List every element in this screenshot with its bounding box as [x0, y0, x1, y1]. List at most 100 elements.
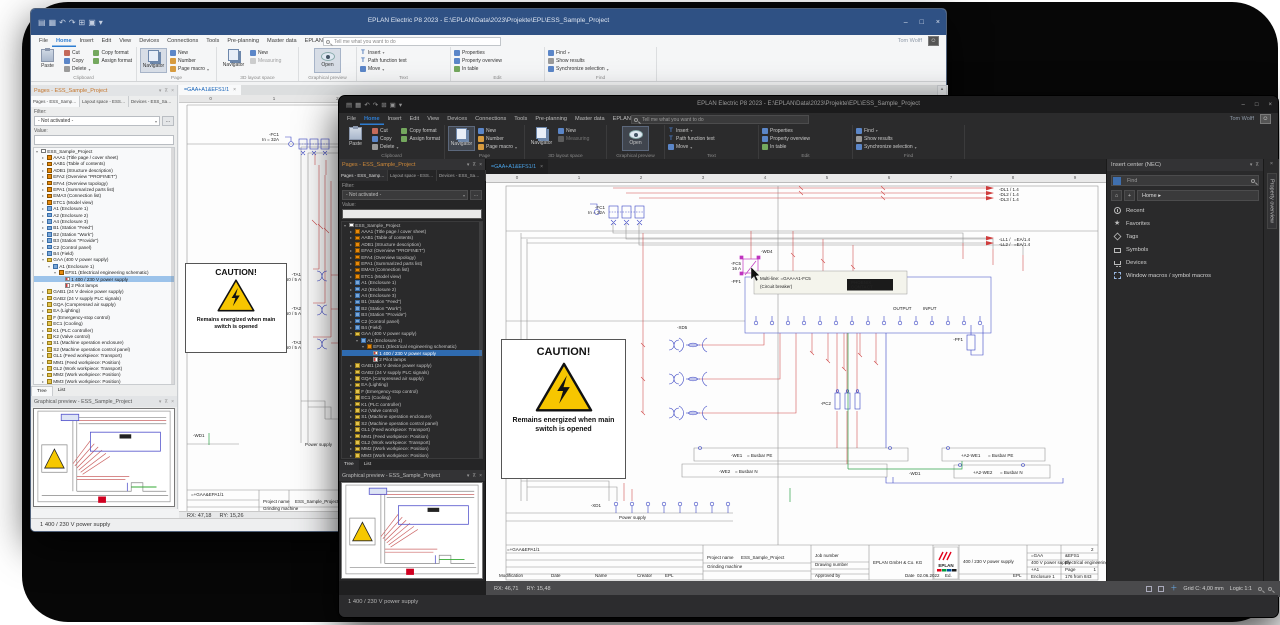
space-navigator-button[interactable]: Navigator: [528, 126, 555, 151]
ribbon-tab[interactable]: Devices: [135, 35, 163, 47]
panel-close-icon[interactable]: ×: [479, 162, 482, 168]
list-tab[interactable]: List: [53, 386, 70, 396]
document-tab[interactable]: =GAA+A1&EFS1/1×: [179, 85, 241, 95]
close-tab-icon[interactable]: ×: [540, 164, 543, 170]
ribbon-tab[interactable]: Pre-planning: [531, 113, 571, 125]
insert-center-find-input[interactable]: Find: [1111, 175, 1259, 186]
insert-center-item[interactable]: Window macros / symbol macros: [1107, 269, 1263, 282]
graphical-preview-thumbnail[interactable]: [33, 408, 175, 507]
ribbon-tab[interactable]: Tools: [202, 35, 223, 47]
synchronize-selection-button[interactable]: Synchronize selection▾: [856, 144, 917, 151]
title-bar[interactable]: ▤▦↶↷⊞▣▾ EPLAN Electric P8 2023 - E:\EPLA…: [339, 96, 1278, 113]
properties-button[interactable]: Properties: [454, 49, 502, 56]
insert-text-button[interactable]: TInsert▾: [360, 49, 407, 56]
show-results-button[interactable]: Show results: [856, 135, 917, 142]
value-input[interactable]: [342, 209, 482, 219]
maximize-button[interactable]: □: [1255, 102, 1259, 108]
ribbon-tab[interactable]: Insert: [76, 35, 98, 47]
panel-dropdown-icon[interactable]: ▾: [467, 473, 470, 479]
copy-format-button[interactable]: Copy format: [401, 127, 440, 135]
path-function-text-button[interactable]: TPath function text: [668, 135, 715, 142]
panel-close-icon[interactable]: ×: [171, 399, 174, 405]
grid-icon[interactable]: [1158, 586, 1164, 592]
avatar[interactable]: ☺: [1260, 114, 1271, 124]
zoom-out-icon[interactable]: [1268, 587, 1272, 591]
ribbon-tab[interactable]: Connections: [163, 35, 202, 47]
filter-more-button[interactable]: ...: [162, 116, 174, 126]
in-table-button[interactable]: In table: [454, 66, 502, 73]
list-tab[interactable]: List: [359, 460, 376, 470]
panel-pin-icon[interactable]: ⊼: [472, 473, 476, 479]
close-icon[interactable]: ×: [1264, 161, 1279, 167]
space-new-button[interactable]: New: [250, 49, 281, 57]
delete-button[interactable]: Delete▾: [372, 144, 398, 151]
dock-tab-layout-space[interactable]: Layout space - ESS_Sa...: [388, 170, 437, 181]
insert-center-item[interactable]: Favorites: [1107, 217, 1263, 230]
home-icon[interactable]: ⌂: [1111, 190, 1122, 201]
minimize-button[interactable]: –: [1242, 102, 1245, 108]
tree-tab[interactable]: Tree: [339, 460, 359, 470]
page-navigator-button[interactable]: Navigator: [140, 48, 167, 73]
dock-tab-devices[interactable]: Devices - ESS_Sample_...: [129, 96, 178, 107]
panel-dropdown-icon[interactable]: ▾: [159, 399, 162, 405]
graphical-preview-header[interactable]: Graphical preview - ESS_Sample_Project ▾…: [31, 396, 177, 407]
property-overview-vertical-tab[interactable]: Property overview: [1267, 173, 1277, 229]
zoom-in-icon[interactable]: [1258, 587, 1262, 591]
ribbon-tab[interactable]: Edit: [406, 113, 424, 125]
ribbon-tab[interactable]: Tools: [510, 113, 531, 125]
value-input[interactable]: [34, 135, 174, 145]
filter-select[interactable]: - Not activated -▾: [34, 116, 160, 126]
page-number-button[interactable]: Number: [170, 57, 209, 64]
copy-button[interactable]: Copy: [64, 57, 90, 64]
ribbon-tab[interactable]: View: [423, 113, 443, 125]
document-tab[interactable]: =GAA+A1&EFS1/1×: [486, 159, 548, 174]
graphical-preview-thumbnail[interactable]: [341, 482, 483, 579]
minimize-button[interactable]: –: [904, 19, 908, 26]
paste-button[interactable]: Paste: [34, 48, 61, 73]
page-new-button[interactable]: New: [478, 127, 517, 134]
pages-panel-header[interactable]: Pages - ESS_Sample_Project ▾⊼×: [31, 85, 177, 96]
panel-dropdown-icon[interactable]: ▾: [1250, 162, 1253, 168]
measuring-button[interactable]: Measuring: [250, 58, 281, 66]
dock-tab-layout-space[interactable]: Layout space - ESS_Sa...: [80, 96, 129, 107]
ribbon-tab[interactable]: View: [115, 35, 135, 47]
cut-button[interactable]: Cut: [64, 49, 90, 56]
breadcrumb[interactable]: Home ▸: [1137, 190, 1259, 201]
open-preview-button[interactable]: Open: [622, 126, 649, 151]
move-button[interactable]: Move▾: [360, 66, 407, 73]
dock-tab-pages[interactable]: Pages - ESS_Sample_P...: [31, 96, 80, 107]
insert-center-item[interactable]: Devices: [1107, 256, 1263, 269]
ribbon-tab[interactable]: Devices: [443, 113, 471, 125]
ribbon-tab[interactable]: Master data: [263, 35, 301, 47]
panel-dropdown-icon[interactable]: ▾: [467, 162, 470, 168]
insert-center-item[interactable]: Tags: [1107, 230, 1263, 243]
close-button[interactable]: ×: [1268, 102, 1272, 108]
panel-close-icon[interactable]: ×: [171, 88, 174, 94]
panel-dropdown-icon[interactable]: ▾: [159, 88, 162, 94]
properties-button[interactable]: Properties: [762, 127, 810, 134]
ribbon-tab[interactable]: Connections: [471, 113, 510, 125]
property-overview-button[interactable]: Property overview: [454, 57, 502, 64]
cut-button[interactable]: Cut: [372, 127, 398, 134]
path-function-text-button[interactable]: TPath function text: [360, 57, 407, 64]
insert-text-button[interactable]: TInsert▾: [668, 127, 715, 134]
panel-pin-icon[interactable]: ⊼: [472, 162, 476, 168]
tree-tab[interactable]: Tree: [31, 386, 53, 396]
snap-icon[interactable]: [1146, 586, 1152, 592]
in-table-button[interactable]: In table: [762, 144, 810, 151]
tree-scrollbar[interactable]: [171, 148, 174, 384]
tree-item[interactable]: ▸ MM3 (Work workpiece: Position): [34, 378, 174, 384]
insert-center-item[interactable]: Recent: [1107, 204, 1263, 217]
panel-pin-icon[interactable]: ⊼: [164, 399, 168, 405]
insert-center-header[interactable]: Insert center (NEC) ▾⊼: [1107, 159, 1263, 171]
synchronize-selection-button[interactable]: Synchronize selection▾: [548, 66, 609, 73]
open-preview-button[interactable]: Open: [314, 48, 341, 73]
insert-center-item[interactable]: Symbols: [1107, 243, 1263, 256]
panel-close-icon[interactable]: ×: [479, 473, 482, 479]
property-overview-button[interactable]: Property overview: [762, 135, 810, 142]
ribbon-tab[interactable]: Edit: [98, 35, 116, 47]
page-macro-button[interactable]: Page macro▾: [170, 66, 209, 73]
assign-format-button[interactable]: Assign format: [401, 136, 440, 144]
crosshair-icon[interactable]: ＋: [1170, 586, 1177, 592]
dock-tab-pages[interactable]: Pages - ESS_Sample_P...: [339, 170, 388, 181]
